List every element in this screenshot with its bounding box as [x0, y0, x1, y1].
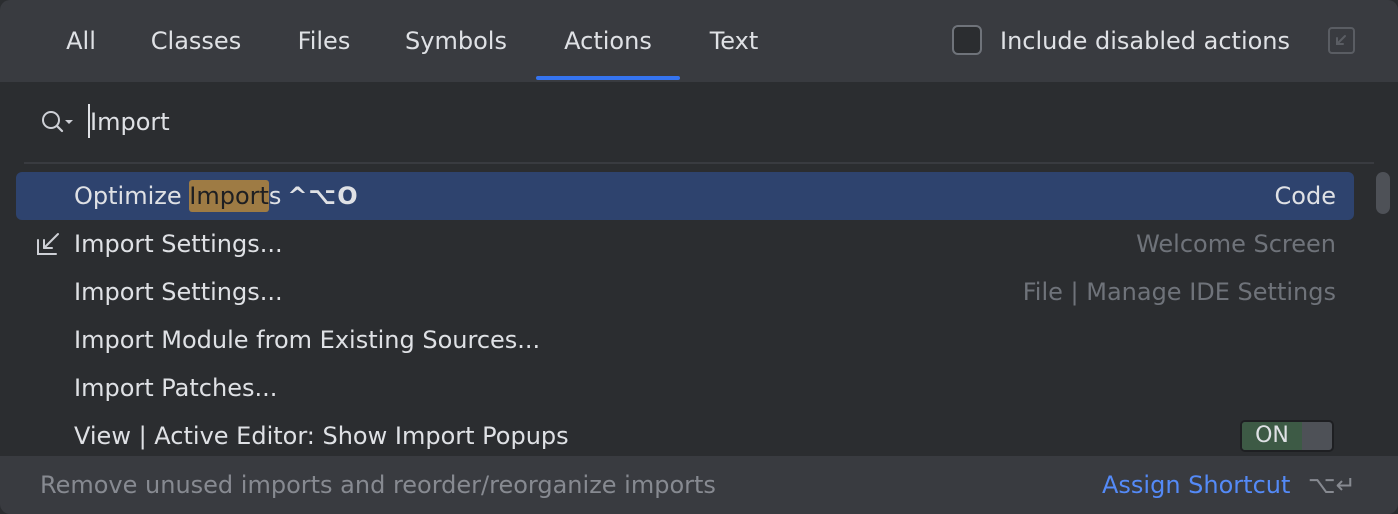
open-in-tool-window-icon[interactable] — [1328, 27, 1355, 54]
result-label: Import Module from Existing Sources... — [74, 326, 541, 354]
tab-label: Symbols — [405, 27, 507, 55]
result-label: Import Settings... — [74, 278, 283, 306]
tab-label: All — [66, 27, 96, 55]
result-row-show-import-popups[interactable]: View | Active Editor: Show Import Popups… — [16, 412, 1354, 460]
tab-all[interactable]: All — [48, 0, 114, 82]
tab-classes[interactable]: Classes — [134, 0, 258, 82]
label-prefix: Optimize — [74, 182, 190, 210]
result-row-import-settings-file[interactable]: Import Settings... File | Manage IDE Set… — [16, 268, 1354, 316]
tab-actions[interactable]: Actions — [536, 0, 680, 82]
include-disabled-checkbox[interactable] — [952, 25, 982, 55]
search-bar: Import — [24, 82, 1374, 164]
tab-label: Actions — [564, 27, 652, 55]
results-list: Optimize Imports ^⌥O Code Import Settings… — [0, 166, 1398, 456]
result-label: Optimize Imports ^⌥O — [74, 172, 359, 220]
search-everywhere-popup: All Classes Files Symbols Actions Text I… — [0, 0, 1398, 514]
tab-files[interactable]: Files — [280, 0, 368, 82]
tab-label: Classes — [150, 27, 242, 55]
include-disabled-label[interactable]: Include disabled actions — [1000, 0, 1290, 82]
results-scrollbar[interactable] — [1376, 172, 1390, 214]
result-row-optimize-imports[interactable]: Optimize Imports ^⌥O Code — [16, 172, 1354, 220]
tab-symbols[interactable]: Symbols — [392, 0, 520, 82]
result-label: Import Patches... — [74, 374, 278, 402]
result-row-import-module[interactable]: Import Module from Existing Sources... — [16, 316, 1354, 364]
action-description: Remove unused imports and reorder/reorga… — [40, 471, 716, 499]
result-location: File | Manage IDE Settings — [1022, 278, 1336, 306]
import-arrow-icon — [34, 230, 62, 258]
result-row-import-settings-welcome[interactable]: Import Settings... Welcome Screen — [16, 220, 1354, 268]
assign-shortcut-keys: ⌥↵ — [1308, 471, 1356, 499]
result-label: View | Active Editor: Show Import Popups — [74, 422, 569, 450]
tab-bar: All Classes Files Symbols Actions Text I… — [0, 0, 1398, 82]
label-suffix: s — [268, 182, 282, 210]
toggle-state-label: ON — [1242, 422, 1302, 450]
tab-text[interactable]: Text — [694, 0, 774, 82]
assign-shortcut-link[interactable]: Assign Shortcut — [1102, 456, 1290, 514]
show-import-popups-toggle[interactable]: ON — [1240, 420, 1334, 452]
search-icon[interactable] — [40, 108, 76, 136]
result-label: Import Settings... — [74, 230, 283, 258]
search-input[interactable]: Import — [90, 100, 170, 144]
tab-label: Files — [297, 27, 351, 55]
shortcut-hint: ^⌥O — [287, 182, 359, 210]
search-match-highlight: Import — [189, 180, 269, 212]
tab-label: Text — [709, 27, 759, 55]
active-tab-indicator — [536, 76, 680, 80]
result-location: Code — [1274, 182, 1336, 210]
footer-bar: Remove unused imports and reorder/reorga… — [0, 456, 1398, 514]
result-row-import-patches[interactable]: Import Patches... — [16, 364, 1354, 412]
result-location: Welcome Screen — [1136, 230, 1336, 258]
